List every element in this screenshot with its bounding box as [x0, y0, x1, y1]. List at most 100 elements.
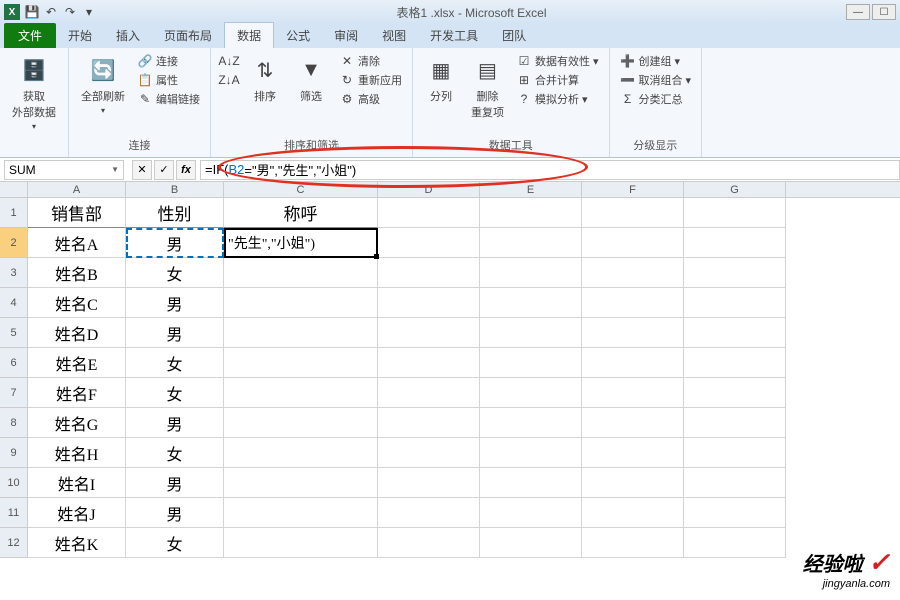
row-header-7[interactable]: 7 — [0, 378, 28, 408]
row-header-6[interactable]: 6 — [0, 348, 28, 378]
cancel-formula-button[interactable]: ✕ — [132, 160, 152, 180]
cell-B1[interactable]: 性别 — [126, 198, 224, 228]
cell-A8[interactable]: 姓名G — [28, 408, 126, 438]
cell-B2[interactable]: 男 — [126, 228, 224, 258]
cell-C2[interactable]: "先生","小姐") — [224, 228, 378, 258]
cell-D1[interactable] — [378, 198, 480, 228]
cell-A9[interactable]: 姓名H — [28, 438, 126, 468]
cell-B11[interactable]: 男 — [126, 498, 224, 528]
cell-E3[interactable] — [480, 258, 582, 288]
name-box[interactable]: ▼ — [4, 160, 124, 180]
row-header-3[interactable]: 3 — [0, 258, 28, 288]
whatif-button[interactable]: ?模拟分析 ▾ — [514, 90, 601, 108]
cell-B8[interactable]: 男 — [126, 408, 224, 438]
sort-desc-button[interactable]: Z↓A — [219, 71, 239, 89]
cell-G1[interactable] — [684, 198, 786, 228]
name-box-input[interactable] — [9, 163, 99, 177]
row-header-10[interactable]: 10 — [0, 468, 28, 498]
clear-filter-button[interactable]: ✕清除 — [337, 52, 404, 70]
cell-A6[interactable]: 姓名E — [28, 348, 126, 378]
cell-F1[interactable] — [582, 198, 684, 228]
col-header-G[interactable]: G — [684, 182, 786, 197]
insert-function-button[interactable]: fx — [176, 160, 196, 180]
subtotal-button[interactable]: Σ分类汇总 — [618, 90, 694, 108]
properties-button[interactable]: 📋属性 — [135, 71, 202, 89]
confirm-formula-button[interactable]: ✓ — [154, 160, 174, 180]
cell-B4[interactable]: 男 — [126, 288, 224, 318]
cell-G2[interactable] — [684, 228, 786, 258]
remove-duplicates-button[interactable]: ▤ 删除 重复项 — [467, 52, 508, 122]
edit-links-button[interactable]: ✎编辑链接 — [135, 90, 202, 108]
cell-C4[interactable] — [224, 288, 378, 318]
cell-A5[interactable]: 姓名D — [28, 318, 126, 348]
tab-formulas[interactable]: 公式 — [274, 23, 322, 48]
tab-home[interactable]: 开始 — [56, 23, 104, 48]
name-box-dropdown-icon[interactable]: ▼ — [111, 165, 119, 174]
col-header-C[interactable]: C — [224, 182, 378, 197]
cell-B3[interactable]: 女 — [126, 258, 224, 288]
cell-A1[interactable]: 销售部 — [28, 198, 126, 228]
data-validation-button[interactable]: ☑数据有效性 ▾ — [514, 52, 601, 70]
cell-B10[interactable]: 男 — [126, 468, 224, 498]
cell-F2[interactable] — [582, 228, 684, 258]
cell-A4[interactable]: 姓名C — [28, 288, 126, 318]
row-header-11[interactable]: 11 — [0, 498, 28, 528]
text-to-columns-button[interactable]: ▦ 分列 — [421, 52, 461, 106]
row-header-1[interactable]: 1 — [0, 198, 28, 228]
cell-B9[interactable]: 女 — [126, 438, 224, 468]
col-header-A[interactable]: A — [28, 182, 126, 197]
group-button[interactable]: ➕创建组 ▾ — [618, 52, 694, 70]
file-tab[interactable]: 文件 — [4, 23, 56, 48]
tab-team[interactable]: 团队 — [490, 23, 538, 48]
row-header-8[interactable]: 8 — [0, 408, 28, 438]
row-header-9[interactable]: 9 — [0, 438, 28, 468]
col-header-D[interactable]: D — [378, 182, 480, 197]
maximize-button[interactable]: ☐ — [872, 4, 896, 20]
col-header-B[interactable]: B — [126, 182, 224, 197]
row-header-2[interactable]: 2 — [0, 228, 28, 258]
cell-B7[interactable]: 女 — [126, 378, 224, 408]
consolidate-button[interactable]: ⊞合并计算 — [514, 71, 601, 89]
cell-A2[interactable]: 姓名A — [28, 228, 126, 258]
formula-input[interactable]: =IF(B2="男","先生","小姐") — [200, 160, 900, 180]
qat-dropdown-icon[interactable]: ▾ — [81, 4, 97, 20]
cell-F3[interactable] — [582, 258, 684, 288]
select-all-corner[interactable] — [0, 182, 28, 197]
cell-B5[interactable]: 男 — [126, 318, 224, 348]
row-header-12[interactable]: 12 — [0, 528, 28, 558]
tab-review[interactable]: 审阅 — [322, 23, 370, 48]
cell-B12[interactable]: 女 — [126, 528, 224, 558]
cell-C1[interactable]: 称呼 — [224, 198, 378, 228]
save-icon[interactable]: 💾 — [24, 4, 40, 20]
cell-D3[interactable] — [378, 258, 480, 288]
tab-view[interactable]: 视图 — [370, 23, 418, 48]
cell-G3[interactable] — [684, 258, 786, 288]
cell-E1[interactable] — [480, 198, 582, 228]
cell-B6[interactable]: 女 — [126, 348, 224, 378]
cell-A10[interactable]: 姓名I — [28, 468, 126, 498]
filter-button[interactable]: ▼ 筛选 — [291, 52, 331, 106]
cell-A3[interactable]: 姓名B — [28, 258, 126, 288]
connections-button[interactable]: 🔗连接 — [135, 52, 202, 70]
cell-A12[interactable]: 姓名K — [28, 528, 126, 558]
advanced-filter-button[interactable]: ⚙高级 — [337, 90, 404, 108]
cell-A11[interactable]: 姓名J — [28, 498, 126, 528]
row-header-5[interactable]: 5 — [0, 318, 28, 348]
sort-asc-button[interactable]: A↓Z — [219, 52, 239, 70]
cell-A7[interactable]: 姓名F — [28, 378, 126, 408]
tab-insert[interactable]: 插入 — [104, 23, 152, 48]
col-header-F[interactable]: F — [582, 182, 684, 197]
reapply-button[interactable]: ↻重新应用 — [337, 71, 404, 89]
sort-button[interactable]: ⇅ 排序 — [245, 52, 285, 106]
undo-icon[interactable]: ↶ — [43, 4, 59, 20]
redo-icon[interactable]: ↷ — [62, 4, 78, 20]
minimize-button[interactable]: — — [846, 4, 870, 20]
ungroup-button[interactable]: ➖取消组合 ▾ — [618, 71, 694, 89]
refresh-all-button[interactable]: 🔄 全部刷新 ▾ — [77, 52, 129, 117]
cell-C3[interactable] — [224, 258, 378, 288]
tab-data[interactable]: 数据 — [224, 22, 274, 48]
tab-devtools[interactable]: 开发工具 — [418, 23, 490, 48]
get-external-data-button[interactable]: 🗄️ 获取 外部数据 ▾ — [8, 52, 60, 133]
cell-D2[interactable] — [378, 228, 480, 258]
tab-pagelayout[interactable]: 页面布局 — [152, 23, 224, 48]
